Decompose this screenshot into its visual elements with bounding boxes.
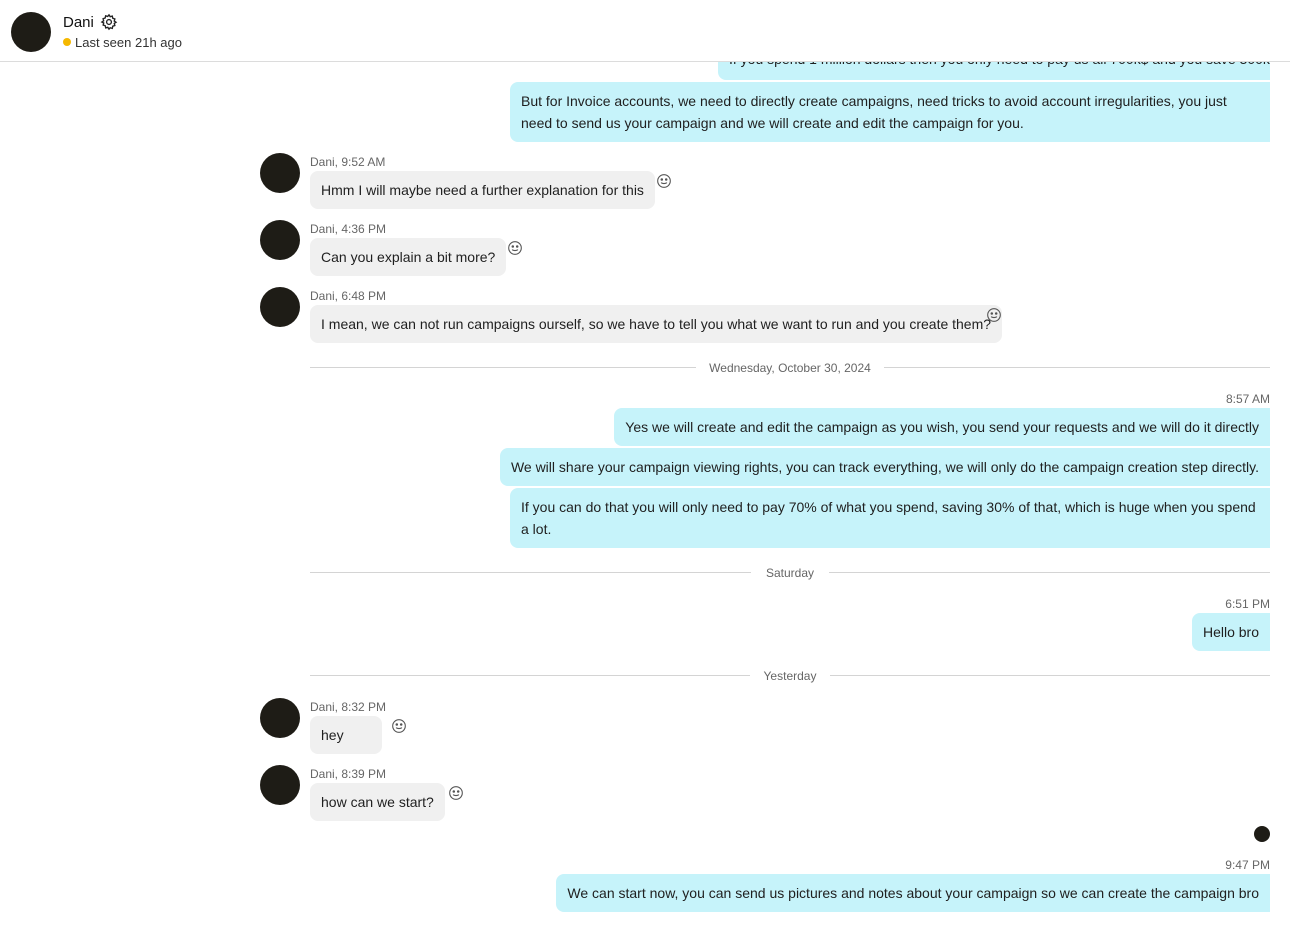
date-separator-line xyxy=(829,572,1270,573)
incoming-message[interactable]: I mean, we can not run campaigns ourself… xyxy=(310,305,1003,343)
date-separator-line xyxy=(310,367,696,368)
message-meta: Dani, 8:39 PM xyxy=(310,767,387,781)
status-text: Last seen 21h ago xyxy=(75,35,182,50)
sender-avatar[interactable] xyxy=(260,220,300,260)
status-dot-icon xyxy=(63,38,71,46)
outgoing-message[interactable]: Hello bro xyxy=(1191,613,1270,651)
message-meta: Dani, 6:48 PM xyxy=(310,289,387,303)
gear-icon[interactable] xyxy=(100,13,118,31)
date-separator-line xyxy=(884,367,1270,368)
date-separator: Yesterday xyxy=(763,669,817,683)
outgoing-message[interactable]: But for Invoice accounts, we need to dir… xyxy=(510,82,1270,142)
outgoing-message[interactable]: We will share your campaign viewing righ… xyxy=(499,448,1270,486)
sender-avatar[interactable] xyxy=(260,698,300,738)
message-meta: Dani, 8:32 PM xyxy=(310,700,387,714)
outgoing-message[interactable]: If you can do that you will only need to… xyxy=(510,488,1270,548)
react-emoji-icon[interactable] xyxy=(656,173,672,189)
message-time: 9:47 PM xyxy=(1225,858,1270,872)
sender-avatar[interactable] xyxy=(260,287,300,327)
date-separator: Wednesday, October 30, 2024 xyxy=(709,361,871,375)
react-emoji-icon[interactable] xyxy=(448,785,464,801)
message-time: 6:51 PM xyxy=(1225,597,1270,611)
message-meta: Dani, 4:36 PM xyxy=(310,222,387,236)
message-time: 8:57 AM xyxy=(1225,392,1270,406)
outgoing-message[interactable]: We can start now, you can send us pictur… xyxy=(556,874,1270,912)
contact-status: Last seen 21h ago xyxy=(63,35,182,50)
incoming-message[interactable]: how can we start? xyxy=(310,783,445,821)
contact-name[interactable]: Dani xyxy=(63,14,94,31)
date-separator-line xyxy=(310,572,751,573)
incoming-message[interactable]: Can you explain a bit more? xyxy=(310,238,507,276)
contact-avatar[interactable] xyxy=(11,12,51,52)
seen-avatar-icon xyxy=(1254,826,1270,842)
chat-header: Dani Last seen 21h ago xyxy=(0,0,1290,62)
react-emoji-icon[interactable] xyxy=(507,240,523,256)
date-separator-line xyxy=(310,675,750,676)
message-meta: Dani, 9:52 AM xyxy=(310,155,386,169)
date-separator: Saturday xyxy=(765,566,815,580)
sender-avatar[interactable] xyxy=(260,765,300,805)
incoming-message[interactable]: hey xyxy=(310,716,382,754)
outgoing-message[interactable]: Yes we will create and edit the campaign… xyxy=(614,408,1270,446)
sender-avatar[interactable] xyxy=(260,153,300,193)
react-emoji-icon[interactable] xyxy=(391,718,407,734)
incoming-message[interactable]: Hmm I will maybe need a further explanat… xyxy=(310,171,655,209)
date-separator-line xyxy=(830,675,1270,676)
react-emoji-icon[interactable] xyxy=(986,307,1002,323)
